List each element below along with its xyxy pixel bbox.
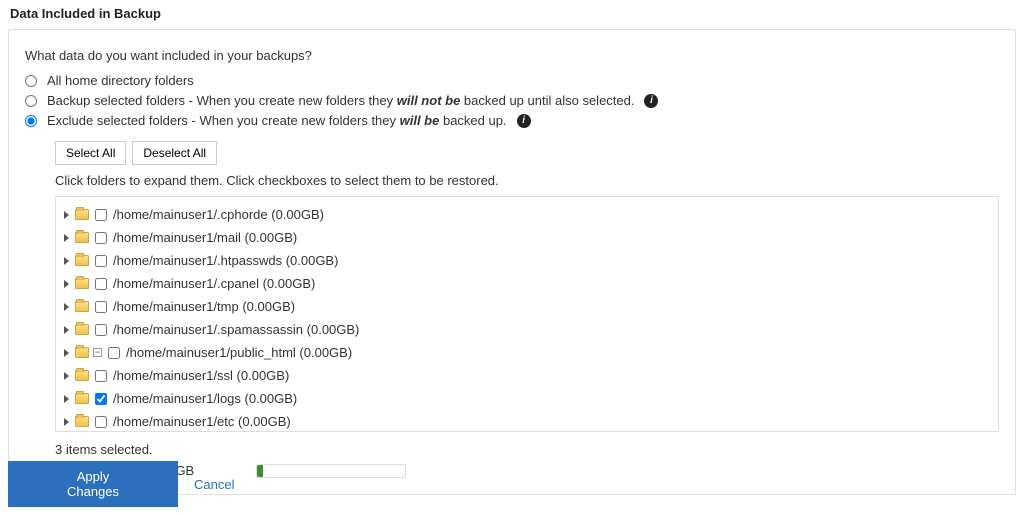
- folder-icon: [75, 232, 89, 243]
- folder-checkbox[interactable]: [95, 393, 107, 405]
- caret-icon[interactable]: [64, 303, 69, 311]
- intro-text: What data do you want included in your b…: [25, 48, 999, 63]
- folder-path-label: /home/mainuser1/.spamassassin (0.00GB): [113, 322, 359, 337]
- expand-toggle[interactable]: −: [93, 348, 102, 357]
- option-all-label: All home directory folders: [47, 71, 194, 91]
- folder-checkbox[interactable]: [95, 278, 107, 290]
- caret-icon[interactable]: [64, 234, 69, 242]
- deselect-all-button[interactable]: Deselect All: [132, 141, 217, 165]
- folder-icon: [75, 393, 89, 404]
- tree-row[interactable]: /home/mainuser1/mail (0.00GB): [56, 226, 998, 249]
- caret-icon[interactable]: [64, 349, 69, 357]
- folder-path-label: /home/mainuser1/mail (0.00GB): [113, 230, 297, 245]
- folder-icon: [75, 278, 89, 289]
- tree-row[interactable]: /home/mainuser1/etc (0.00GB): [56, 410, 998, 431]
- tree-row[interactable]: /home/mainuser1/logs (0.00GB): [56, 387, 998, 410]
- caret-icon[interactable]: [64, 211, 69, 219]
- section-title: Data Included in Backup: [8, 0, 1016, 29]
- folder-tree: /home/mainuser1/.cphorde (0.00GB) /home/m…: [55, 196, 999, 432]
- bulk-action-row: Select All Deselect All: [55, 141, 999, 165]
- option-all-row[interactable]: All home directory folders: [25, 71, 999, 91]
- folder-path-label: /home/mainuser1/.cpanel (0.00GB): [113, 276, 315, 291]
- tree-row[interactable]: /home/mainuser1/.htpasswds (0.00GB): [56, 249, 998, 272]
- footer: Apply Changes Cancel: [8, 451, 1016, 507]
- caret-icon[interactable]: [64, 372, 69, 380]
- folder-checkbox[interactable]: [95, 255, 107, 267]
- option-backup-selected-label: Backup selected folders - When you creat…: [47, 91, 634, 111]
- folder-checkbox[interactable]: [95, 209, 107, 221]
- folder-checkbox[interactable]: [108, 347, 120, 359]
- hint-text: Click folders to expand them. Click chec…: [55, 173, 999, 188]
- select-all-button[interactable]: Select All: [55, 141, 126, 165]
- folder-path-label: /home/mainuser1/ssl (0.00GB): [113, 368, 289, 383]
- folder-path-label: /home/mainuser1/tmp (0.00GB): [113, 299, 295, 314]
- folder-path-label: /home/mainuser1/public_html (0.00GB): [126, 345, 352, 360]
- folder-tree-scroll[interactable]: /home/mainuser1/.cphorde (0.00GB) /home/m…: [56, 197, 998, 431]
- folder-path-label: /home/mainuser1/.htpasswds (0.00GB): [113, 253, 338, 268]
- info-icon[interactable]: i: [517, 114, 531, 128]
- tree-row[interactable]: − /home/mainuser1/public_html (0.00GB): [56, 341, 998, 364]
- folder-icon: [75, 255, 89, 266]
- tree-row[interactable]: /home/mainuser1/tmp (0.00GB): [56, 295, 998, 318]
- option-backup-selected-radio[interactable]: [25, 95, 37, 107]
- folder-checkbox[interactable]: [95, 301, 107, 313]
- backup-panel: What data do you want included in your b…: [8, 29, 1016, 495]
- tree-row[interactable]: /home/mainuser1/.cphorde (0.00GB): [56, 203, 998, 226]
- folder-icon: [75, 209, 89, 220]
- option-exclude-selected-radio[interactable]: [25, 115, 37, 127]
- option-exclude-selected-row[interactable]: Exclude selected folders - When you crea…: [25, 111, 999, 131]
- caret-icon[interactable]: [64, 418, 69, 426]
- folder-checkbox[interactable]: [95, 370, 107, 382]
- caret-icon[interactable]: [64, 395, 69, 403]
- caret-icon[interactable]: [64, 280, 69, 288]
- option-backup-selected-row[interactable]: Backup selected folders - When you creat…: [25, 91, 999, 111]
- folder-checkbox[interactable]: [95, 324, 107, 336]
- folder-checkbox[interactable]: [95, 416, 107, 428]
- folder-icon: [75, 301, 89, 312]
- folder-icon: [75, 370, 89, 381]
- folder-icon: [75, 416, 89, 427]
- folder-checkbox[interactable]: [95, 232, 107, 244]
- apply-changes-button[interactable]: Apply Changes: [8, 461, 178, 507]
- tree-row[interactable]: /home/mainuser1/.spamassassin (0.00GB): [56, 318, 998, 341]
- option-exclude-selected-label: Exclude selected folders - When you crea…: [47, 111, 507, 131]
- folder-icon: [75, 324, 89, 335]
- caret-icon[interactable]: [64, 326, 69, 334]
- caret-icon[interactable]: [64, 257, 69, 265]
- cancel-link[interactable]: Cancel: [194, 477, 234, 492]
- folder-path-label: /home/mainuser1/etc (0.00GB): [113, 414, 291, 429]
- info-icon[interactable]: i: [644, 94, 658, 108]
- folder-path-label: /home/mainuser1/.cphorde (0.00GB): [113, 207, 324, 222]
- option-all-radio[interactable]: [25, 75, 37, 87]
- folder-path-label: /home/mainuser1/logs (0.00GB): [113, 391, 297, 406]
- tree-row[interactable]: /home/mainuser1/ssl (0.00GB): [56, 364, 998, 387]
- tree-row[interactable]: /home/mainuser1/.cpanel (0.00GB): [56, 272, 998, 295]
- folder-icon: [75, 347, 89, 358]
